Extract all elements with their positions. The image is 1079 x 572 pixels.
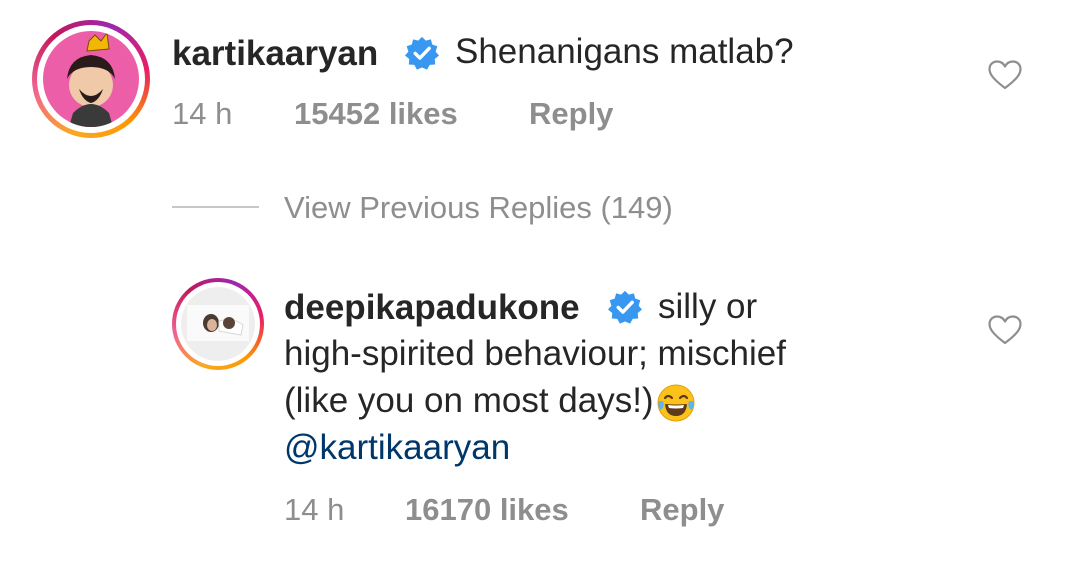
reply-mention-link[interactable]: @kartikaaryan — [284, 424, 510, 471]
verified-badge-icon — [405, 36, 439, 70]
reply-text-line-3-text: (like you on most days!) — [284, 381, 654, 420]
view-previous-replies-label[interactable]: View Previous Replies (149) — [284, 190, 673, 226]
comment-text: Shenanigans matlab? — [455, 32, 794, 71]
verified-badge-icon — [608, 290, 642, 324]
reply-username[interactable]: deepikapadukone — [284, 288, 580, 328]
comment-time: 14 h — [172, 96, 233, 131]
comment-likes[interactable]: 15452 likes — [294, 96, 458, 132]
reply-text-line-1: silly or — [658, 287, 758, 326]
avatar[interactable] — [32, 20, 150, 138]
reply-avatar-image — [181, 287, 255, 361]
laughing-tears-emoji-icon — [657, 384, 695, 422]
reply-text-line-3: (like you on most days!) — [284, 377, 696, 424]
like-heart-icon[interactable] — [988, 315, 1022, 345]
like-heart-icon[interactable] — [988, 60, 1022, 90]
avatar-image — [43, 31, 139, 127]
reply-likes[interactable]: 16170 likes — [405, 492, 569, 528]
divider-line — [172, 206, 259, 208]
reply-text-line-2: high-spirited behaviour; mischief — [284, 334, 786, 373]
reply-avatar[interactable] — [172, 278, 264, 370]
comment-reply-button[interactable]: Reply — [529, 96, 613, 132]
reply-time: 14 h — [284, 492, 345, 527]
comment-username[interactable]: kartikaaryan — [172, 34, 378, 74]
reply-reply-button[interactable]: Reply — [640, 492, 724, 528]
